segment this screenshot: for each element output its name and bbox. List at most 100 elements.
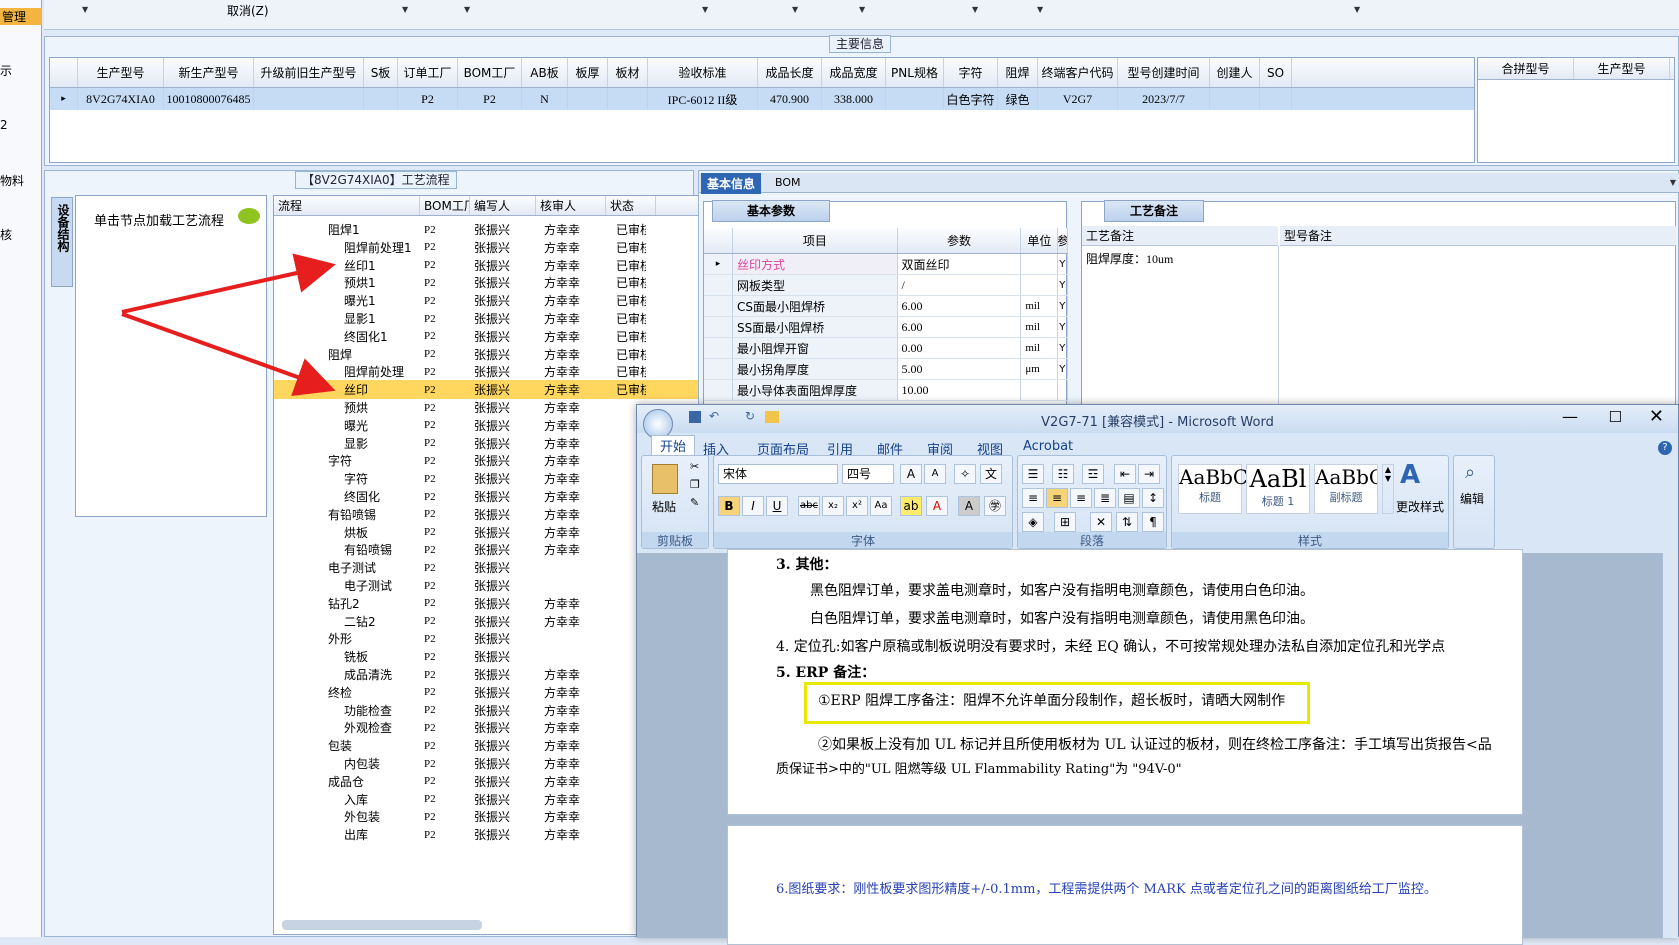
- doc-line-white[interactable]: 白色阻焊订单，要求盖电测章时，如客户没有指明电测章颜色，请使用黑色印油。: [810, 608, 1314, 628]
- tree-row[interactable]: −包装P2张振兴方幸幸: [274, 736, 698, 755]
- column-header[interactable]: SO: [1260, 58, 1292, 87]
- column-header[interactable]: BOM工厂: [458, 58, 522, 87]
- column-header[interactable]: 创建人: [1210, 58, 1260, 87]
- tree-row[interactable]: 有铅喷锡 P2 张振兴 方幸幸: [274, 540, 698, 559]
- change-case-button[interactable]: Aa: [870, 496, 892, 516]
- underline-button[interactable]: U: [766, 496, 788, 516]
- doc-line-ul1[interactable]: ②如果板上没有加 UL 标记并且所使用板材为 UL 认证过的板材，则在终检工序备…: [818, 734, 1492, 754]
- tree-row[interactable]: −终检P2张振兴方幸幸: [274, 683, 698, 702]
- table-cell[interactable]: V2G7: [1038, 88, 1118, 110]
- dropdown-arrow-icon[interactable]: ▼: [1354, 5, 1360, 14]
- align-right-icon[interactable]: ≡: [1070, 488, 1092, 508]
- close-button[interactable]: ✕: [1649, 406, 1664, 427]
- table-cell[interactable]: [1260, 88, 1292, 110]
- tree-row[interactable]: 显影 P2 张振兴 方幸幸: [274, 434, 698, 453]
- column-header[interactable]: 成品宽度: [822, 58, 886, 87]
- column-header[interactable]: BOM工厂: [420, 196, 470, 215]
- tree-row[interactable]: 烘板 P2 张振兴 方幸幸: [274, 523, 698, 542]
- process-note-text[interactable]: 阻焊厚度：10um: [1086, 250, 1173, 267]
- column-header[interactable]: 生产型号: [1574, 58, 1670, 79]
- column-header[interactable]: 新生产型号: [164, 58, 254, 87]
- binoculars-icon[interactable]: ⌕: [1465, 462, 1475, 483]
- tree-row[interactable]: −电子测试P2张振兴: [274, 558, 698, 577]
- line-spacing-icon[interactable]: ↕: [1142, 488, 1164, 508]
- style-heading1[interactable]: AaBl 标题 1: [1246, 464, 1310, 514]
- table-cell[interactable]: [364, 88, 398, 110]
- subscript-button[interactable]: x₂: [822, 496, 844, 516]
- nav-item-review[interactable]: 核: [0, 226, 12, 243]
- table-cell[interactable]: 10010800076485: [164, 88, 254, 110]
- grow-font-icon[interactable]: A: [900, 464, 922, 484]
- param-value[interactable]: 双面丝印: [898, 254, 1022, 274]
- font-color-icon[interactable]: A: [926, 496, 948, 516]
- nav-item-show[interactable]: 示: [0, 62, 12, 79]
- column-header[interactable]: 订单工厂: [398, 58, 458, 87]
- tree-row[interactable]: 入库 P2 张振兴 方幸幸: [274, 790, 698, 809]
- doc-line-6[interactable]: 6.图纸要求：刚性板要求图形精度+/-0.1mm，工程需提供两个 MARK 点或…: [776, 878, 1437, 897]
- table-cell[interactable]: 470.900: [758, 88, 822, 110]
- bullets-icon[interactable]: ☰: [1022, 464, 1044, 484]
- column-header[interactable]: 核审人: [536, 196, 606, 215]
- column-header[interactable]: 状态: [606, 196, 656, 215]
- phonetic-icon[interactable]: 文: [980, 464, 1002, 484]
- align-center-icon[interactable]: ≡: [1046, 488, 1068, 508]
- column-header[interactable]: 验收标准: [648, 58, 758, 87]
- numbering-icon[interactable]: ☷: [1052, 464, 1074, 484]
- param-row[interactable]: ▸ 丝印方式 双面丝印 Y: [704, 254, 1068, 275]
- column-header[interactable]: 型号创建时间: [1118, 58, 1210, 87]
- copy-icon[interactable]: ❐: [690, 478, 700, 491]
- tree-row[interactable]: 电子测试 P2 张振兴: [274, 576, 698, 595]
- doc-line-erp-note[interactable]: ①ERP 阻焊工序备注：阻焊不允许单面分段制作，超长板时，请晒大网制作: [818, 690, 1285, 710]
- font-name-select[interactable]: 宋体: [718, 464, 838, 484]
- doc-line-3[interactable]: 3. 其他：: [776, 554, 838, 574]
- clear-format-icon[interactable]: ✧: [954, 464, 976, 484]
- show-marks-icon[interactable]: ¶: [1142, 512, 1164, 532]
- column-header[interactable]: 终端客户代码: [1038, 58, 1118, 87]
- table-row[interactable]: ▸ 8V2G74XIA0 10010800076485 P2 P2 N IPC-6012 I…: [50, 88, 1474, 110]
- column-header[interactable]: 阻焊: [998, 58, 1038, 87]
- doc-line-ul2[interactable]: 质保证书>中的"UL 阻燃等级 UL Flammability Rating"为…: [776, 758, 1182, 777]
- vertical-scrollbar[interactable]: [1662, 553, 1678, 938]
- sort-icon[interactable]: ⇅: [1116, 512, 1138, 532]
- table-cell[interactable]: N: [522, 88, 568, 110]
- align-left-icon[interactable]: ≡: [1022, 488, 1044, 508]
- char-shading-icon[interactable]: A: [958, 496, 980, 516]
- change-styles-icon[interactable]: A: [1400, 460, 1420, 490]
- tree-row[interactable]: −外形P2张振兴: [274, 629, 698, 648]
- tree-row[interactable]: 铣板 P2 张振兴: [274, 647, 698, 666]
- param-value[interactable]: /: [898, 275, 1022, 295]
- param-value[interactable]: 5.00: [898, 359, 1022, 379]
- highlight-icon[interactable]: ab: [900, 496, 922, 516]
- doc-line-4[interactable]: 4. 定位孔:如客户原稿或制板说明没有要求时，未经 EQ 确认，不可按常规处理办…: [776, 636, 1445, 656]
- italic-button[interactable]: I: [742, 496, 764, 516]
- table-cell[interactable]: 绿色: [998, 88, 1038, 110]
- param-value[interactable]: 10.00: [898, 380, 1022, 400]
- table-cell[interactable]: P2: [458, 88, 522, 110]
- shading-icon[interactable]: ◈: [1022, 512, 1044, 532]
- nav-item-2[interactable]: 2: [0, 118, 8, 132]
- column-header[interactable]: 成品长度: [758, 58, 822, 87]
- tree-row[interactable]: 出库 P2 张振兴 方幸幸: [274, 825, 698, 844]
- horizontal-scrollbar[interactable]: [282, 920, 482, 930]
- tree-row[interactable]: −成品仓P2张振兴方幸幸: [274, 772, 698, 791]
- distribute-icon[interactable]: ▤: [1118, 488, 1140, 508]
- increase-indent-icon[interactable]: ⇥: [1138, 464, 1160, 484]
- param-row[interactable]: 最小导体表面阻焊厚度 10.00: [704, 380, 1068, 401]
- process-note-tab[interactable]: 工艺备注: [1104, 200, 1204, 222]
- dropdown-arrow-icon[interactable]: ▼: [402, 5, 408, 14]
- tab-equipment-structure[interactable]: 设备结构: [51, 197, 73, 287]
- column-header[interactable]: 编写人: [470, 196, 536, 215]
- table-cell[interactable]: [886, 88, 944, 110]
- justify-icon[interactable]: ≣: [1094, 488, 1116, 508]
- table-cell[interactable]: [254, 88, 364, 110]
- column-header[interactable]: 字符: [944, 58, 998, 87]
- maximize-button[interactable]: ☐: [1609, 408, 1622, 426]
- tree-row[interactable]: −钻孔2P2张振兴方幸幸: [274, 594, 698, 613]
- tab-basic-info[interactable]: 基本信息: [701, 173, 762, 194]
- borders-icon[interactable]: ⊞: [1054, 512, 1076, 532]
- param-value[interactable]: 0.00: [898, 338, 1022, 358]
- superscript-button[interactable]: x²: [846, 496, 868, 516]
- param-row[interactable]: 最小阻焊开窗 0.00 mil Y: [704, 338, 1068, 359]
- shrink-font-icon[interactable]: A: [924, 464, 946, 484]
- editing-button[interactable]: 编辑: [1460, 490, 1484, 507]
